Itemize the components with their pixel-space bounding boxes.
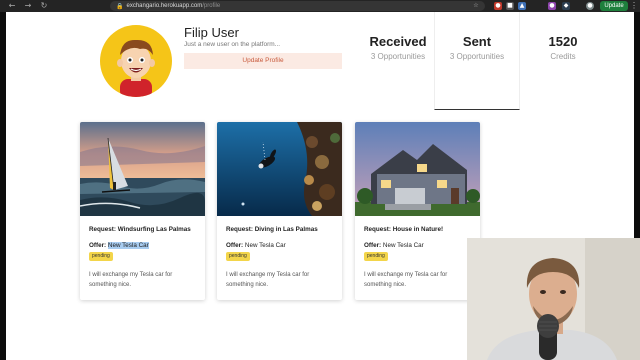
card-offer: Offer: New Tesla Car [364, 242, 424, 249]
stat-credits: 1520 Credits [525, 34, 601, 61]
credits-value: 1520 [548, 34, 578, 49]
status-badge: pending [89, 252, 113, 261]
browser-toolbar: ← → ↻ 🔒 exchangario.herokuapp.com/profil… [0, 0, 640, 12]
bookmark-icon[interactable]: ☆ [472, 2, 480, 10]
card-description: I will exchange my Tesla car for somethi… [364, 272, 448, 288]
offer-label: Offer: [89, 242, 107, 249]
presenter-video-icon [467, 238, 640, 360]
card-request: Request: Windsurfing Las Palmas [89, 226, 191, 233]
forward-icon[interactable]: → [22, 0, 34, 12]
status-badge: pending [226, 252, 250, 261]
stat-sent-title: Sent [462, 34, 492, 49]
offer-value: New Tesla Car [244, 242, 286, 249]
extension-icon[interactable]: ● [548, 2, 556, 10]
card-offer: Offer: New Tesla Car [226, 242, 286, 249]
credits-label: Credits [550, 52, 576, 61]
webcam-overlay [467, 238, 640, 360]
tab-sent-active-indicator [434, 12, 520, 110]
lock-icon: 🔒 [116, 2, 124, 10]
extension-icon[interactable]: ◆ [562, 2, 570, 10]
card-image-diving [217, 122, 342, 216]
card-image-windsurf [80, 122, 205, 216]
address-bar[interactable]: 🔒 exchangario.herokuapp.com/profile [110, 1, 485, 11]
request-value: House in Nature! [392, 226, 444, 233]
card-request: Request: House in Nature! [364, 226, 443, 233]
status-badge: pending [364, 252, 388, 261]
extension-icon[interactable]: ● [494, 2, 502, 10]
offer-label: Offer: [226, 242, 244, 249]
stat-received[interactable]: Received 3 Opportunities [360, 34, 436, 61]
stat-received-count: 3 Opportunities [370, 52, 426, 61]
request-label: Request: [89, 226, 116, 233]
card-request: Request: Diving in Las Palmas [226, 226, 318, 233]
card-image-house [355, 122, 480, 216]
user-name: Filip User [184, 25, 239, 40]
request-value: Diving in Las Palmas [254, 226, 318, 233]
user-tagline: Just a new user on the platform... [184, 41, 281, 48]
request-value: Windsurfing Las Palmas [117, 226, 191, 233]
card-description: I will exchange my Tesla car for somethi… [226, 272, 310, 288]
menu-icon[interactable]: ⋮ [630, 1, 638, 11]
url-path: /profile [202, 3, 221, 9]
extension-icon[interactable]: ▲ [518, 2, 526, 10]
opportunity-card[interactable]: Request: Diving in Las Palmas Offer: New… [217, 122, 342, 300]
update-profile-button[interactable]: Update Profile [184, 53, 342, 69]
request-label: Request: [226, 226, 253, 233]
profile-icon[interactable]: ● [586, 2, 594, 10]
stat-sent-count: 3 Opportunities [449, 52, 505, 61]
avatar [100, 25, 172, 97]
offer-value-selected: New Tesla Car [107, 242, 149, 249]
opportunity-card[interactable]: Request: Windsurfing Las Palmas Offer: N… [80, 122, 205, 300]
extension-icon[interactable]: ■ [506, 2, 514, 10]
cartoon-face-icon [117, 39, 155, 97]
offer-label: Offer: [364, 242, 382, 249]
stat-received-title: Received [369, 34, 427, 49]
browser-update-button[interactable]: Update [600, 1, 628, 11]
opportunity-card[interactable]: Request: House in Nature! Offer: New Tes… [355, 122, 480, 300]
url-host: exchangario.herokuapp.com [126, 3, 203, 9]
back-icon[interactable]: ← [6, 0, 18, 12]
card-description: I will exchange my Tesla car for somethi… [89, 272, 173, 288]
reload-icon[interactable]: ↻ [38, 0, 50, 12]
request-label: Request: [364, 226, 391, 233]
stat-sent[interactable]: Sent 3 Opportunities [439, 34, 515, 61]
card-offer: Offer: New Tesla Car [89, 242, 149, 249]
offer-value: New Tesla Car [382, 242, 424, 249]
